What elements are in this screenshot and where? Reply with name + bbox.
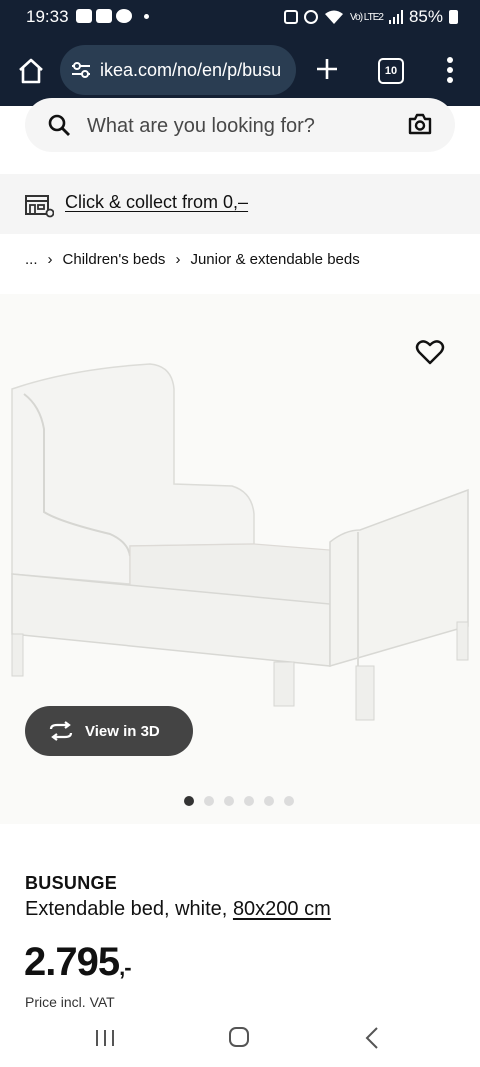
product-name: BUSUNGE bbox=[25, 873, 118, 893]
tab-count: 10 bbox=[384, 65, 398, 77]
alarm-icon bbox=[304, 10, 319, 24]
notification-icons bbox=[76, 9, 149, 23]
price-suffix: ,- bbox=[119, 955, 131, 980]
product-description-text: Extendable bed, white, bbox=[25, 898, 228, 920]
gallery-dot[interactable] bbox=[244, 796, 254, 806]
system-nav-bar bbox=[0, 1008, 480, 1067]
click-collect-banner: Click & collect from 0,– bbox=[0, 174, 480, 234]
breadcrumb: ... › Children's beds › Junior & extenda… bbox=[25, 251, 360, 268]
app-notification-icon bbox=[96, 9, 112, 23]
url-text: ikea.com/no/en/p/busu bbox=[100, 59, 282, 80]
gallery-dot[interactable] bbox=[284, 796, 294, 806]
status-bar: 19:33 Vo) LTE2 85% bbox=[0, 0, 480, 34]
search-bar[interactable] bbox=[25, 98, 455, 152]
browser-toolbar: ikea.com/no/en/p/busu 10 bbox=[0, 34, 480, 106]
store-icon bbox=[25, 195, 54, 218]
home-icon[interactable] bbox=[16, 56, 46, 86]
status-time: 19:33 bbox=[26, 7, 69, 26]
chevron-right-icon: › bbox=[47, 251, 53, 268]
chevron-right-icon: › bbox=[175, 251, 181, 268]
search-icon bbox=[48, 114, 70, 136]
breadcrumb-item-junior-beds[interactable]: Junior & extendable beds bbox=[190, 251, 359, 268]
search-input[interactable] bbox=[85, 110, 399, 142]
breadcrumb-ellipsis[interactable]: ... bbox=[25, 251, 38, 268]
click-collect-link[interactable]: Click & collect from 0,– bbox=[65, 192, 248, 213]
gallery-dot[interactable] bbox=[184, 796, 194, 806]
whatsapp-icon bbox=[116, 9, 132, 23]
view-in-3d-button[interactable]: View in 3D bbox=[25, 706, 193, 756]
back-icon[interactable] bbox=[364, 1026, 380, 1050]
plus-icon[interactable] bbox=[312, 54, 342, 84]
lock-icon bbox=[284, 10, 299, 24]
signal-icon bbox=[388, 10, 403, 24]
product-price: 2.795,- bbox=[24, 940, 132, 985]
wifi-icon bbox=[325, 10, 344, 24]
gallery-dot[interactable] bbox=[224, 796, 234, 806]
battery-percent: 85% bbox=[408, 7, 443, 26]
network-label: Vo) LTE2 bbox=[350, 11, 384, 23]
camera-icon[interactable] bbox=[407, 112, 433, 136]
address-bar[interactable]: ikea.com/no/en/p/busu bbox=[60, 45, 296, 95]
gallery-dot[interactable] bbox=[264, 796, 274, 806]
recent-apps-icon[interactable] bbox=[94, 1028, 116, 1048]
gallery-pagination bbox=[184, 796, 294, 806]
site-settings-icon[interactable] bbox=[70, 59, 92, 81]
product-size-link[interactable]: 80x200 cm bbox=[233, 898, 331, 920]
tab-switcher-button[interactable]: 10 bbox=[378, 58, 404, 84]
nav-home-icon[interactable] bbox=[228, 1026, 250, 1048]
price-value: 2.795 bbox=[24, 940, 120, 984]
view-in-3d-label: View in 3D bbox=[85, 722, 160, 740]
heart-icon[interactable] bbox=[415, 338, 445, 366]
gallery-dot[interactable] bbox=[204, 796, 214, 806]
product-description: Extendable bed, white, 80x200 cm bbox=[25, 898, 331, 921]
more-vert-icon[interactable] bbox=[444, 56, 456, 84]
rotate-3d-icon bbox=[49, 721, 73, 741]
breadcrumb-item-childrens-beds[interactable]: Children's beds bbox=[63, 251, 166, 268]
status-right: Vo) LTE2 85% bbox=[284, 7, 458, 27]
battery-icon bbox=[449, 10, 458, 24]
youtube-icon bbox=[76, 9, 92, 23]
more-notifications-icon bbox=[144, 13, 149, 19]
